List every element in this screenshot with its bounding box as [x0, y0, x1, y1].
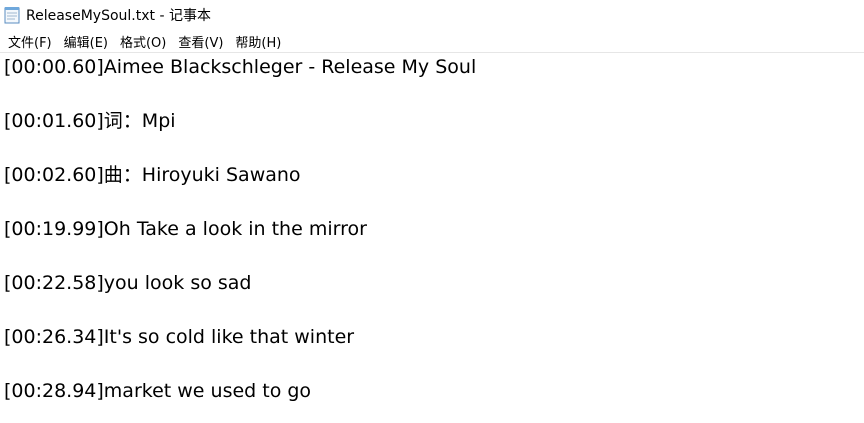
menu-bar: 文件(F) 编辑(E) 格式(O) 查看(V) 帮助(H)	[0, 30, 864, 53]
menu-help[interactable]: 帮助(H)	[229, 32, 287, 51]
menu-file[interactable]: 文件(F)	[2, 32, 58, 51]
notepad-window: ReleaseMySoul.txt - 记事本 文件(F) 编辑(E) 格式(O…	[0, 0, 864, 423]
text-line-1[interactable]: [00:00.60]Aimee Blackschleger - Release …	[4, 53, 864, 107]
menu-view[interactable]: 查看(V)	[172, 32, 229, 51]
text-line-7[interactable]: [00:28.94]market we used to go	[4, 377, 864, 423]
text-line-2[interactable]: [00:01.60]词：Mpi	[4, 107, 864, 161]
menu-format[interactable]: 格式(O)	[114, 32, 172, 51]
notepad-icon	[4, 6, 21, 24]
text-line-5[interactable]: [00:22.58]you look so sad	[4, 269, 864, 323]
text-line-3[interactable]: [00:02.60]曲：Hiroyuki Sawano	[4, 161, 864, 215]
menu-edit[interactable]: 编辑(E)	[58, 32, 114, 51]
text-line-4[interactable]: [00:19.99]Oh Take a look in the mirror	[4, 215, 864, 269]
text-editor-area[interactable]: [00:00.60]Aimee Blackschleger - Release …	[0, 53, 864, 423]
title-bar[interactable]: ReleaseMySoul.txt - 记事本	[0, 0, 864, 30]
text-line-6[interactable]: [00:26.34]It's so cold like that winter	[4, 323, 864, 377]
window-title: ReleaseMySoul.txt - 记事本	[26, 8, 211, 24]
